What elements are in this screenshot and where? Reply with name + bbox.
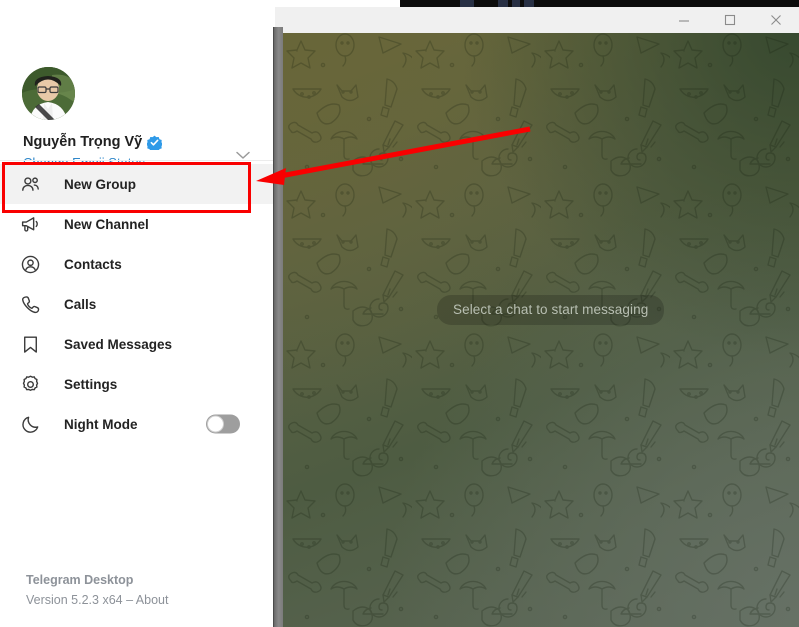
app-version[interactable]: Version 5.2.3 x64 – About: [26, 593, 168, 607]
close-button[interactable]: [753, 7, 799, 33]
verified-badge-icon: [146, 135, 164, 153]
panel-scrollbar-shadow[interactable]: [273, 27, 283, 627]
menu-item-settings[interactable]: Settings: [0, 364, 273, 404]
avatar[interactable]: [22, 67, 75, 120]
new-group-icon: [20, 172, 46, 196]
chevron-down-icon[interactable]: [232, 144, 254, 166]
menu-item-label: Settings: [64, 376, 118, 392]
saved-messages-icon: [20, 332, 46, 356]
menu-item-contacts[interactable]: Contacts: [0, 244, 273, 284]
night-mode-toggle[interactable]: [206, 414, 240, 434]
menu-item-label: Contacts: [64, 256, 122, 272]
profile-divider: [0, 160, 273, 161]
menu-item-saved-messages[interactable]: Saved Messages: [0, 324, 273, 364]
main-menu-panel: Nguyễn Trọng Vỹ Change Emoji Status New …: [0, 0, 273, 627]
toggle-knob: [207, 415, 224, 433]
new-channel-icon: [20, 212, 46, 236]
menu-item-label: New Channel: [64, 216, 149, 232]
menu-item-label: Saved Messages: [64, 336, 173, 352]
menu-item-calls[interactable]: Calls: [0, 284, 273, 324]
settings-gear-icon: [20, 372, 46, 396]
empty-chat-placeholder: Select a chat to start messaging: [437, 295, 665, 325]
menu-item-new-group[interactable]: New Group: [0, 164, 273, 204]
minimize-button[interactable]: [661, 7, 707, 33]
window-titlebar: [275, 7, 799, 33]
profile-header[interactable]: Nguyễn Trọng Vỹ Change Emoji Status: [0, 24, 273, 170]
calls-icon: [20, 292, 46, 316]
profile-name-row: Nguyễn Trọng Vỹ: [23, 134, 164, 153]
chat-background: Select a chat to start messaging: [283, 27, 799, 627]
telegram-window: Select a chat to start messaging Nguyễn …: [0, 0, 799, 627]
menu-item-label: Calls: [64, 296, 97, 312]
menu-item-new-channel[interactable]: New Channel: [0, 204, 273, 244]
menu-item-label: New Group: [64, 176, 137, 192]
menu-item-label: Night Mode: [64, 416, 138, 432]
app-footer: Telegram Desktop Version 5.2.3 x64 – Abo…: [26, 573, 168, 607]
chat-doodle-pattern: [283, 27, 799, 627]
contacts-icon: [20, 252, 46, 276]
menu-item-night-mode[interactable]: Night Mode: [0, 404, 273, 444]
app-name: Telegram Desktop: [26, 573, 134, 587]
maximize-button[interactable]: [707, 7, 753, 33]
screenshot-root: Select a chat to start messaging Nguyễn …: [0, 0, 799, 627]
profile-name: Nguyễn Trọng Vỹ: [23, 134, 143, 150]
menu-item-list: New Group New Channel Contacts Calls Sav…: [0, 164, 273, 444]
night-mode-moon-icon: [20, 412, 46, 436]
